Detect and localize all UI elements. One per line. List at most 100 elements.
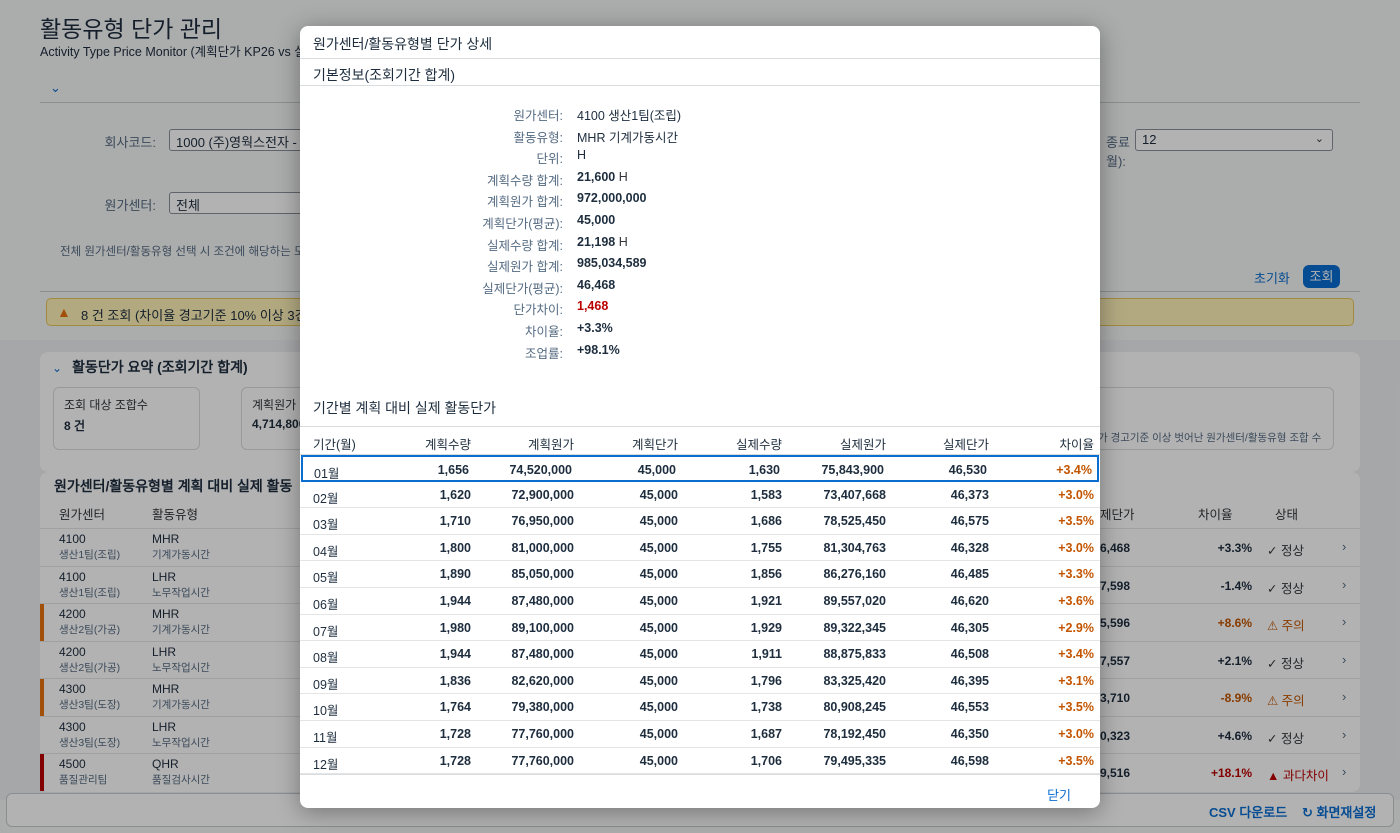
info-value-text: +3.3% <box>577 321 613 335</box>
info-row: 조업률: +98.1% <box>300 343 1100 363</box>
cell-period: 08월 <box>313 651 339 666</box>
dialog-title: 원가센터/활동유형별 단가 상세 <box>300 26 1100 59</box>
period-row[interactable]: 01월 1,656 74,520,000 45,000 1,630 75,843,900 4… <box>301 455 1099 482</box>
info-value-text: 985,034,589 <box>577 256 647 271</box>
cell-variance: +3.4% <box>1056 463 1092 477</box>
grid-header-plan-cost: 계획원가 <box>527 438 574 452</box>
info-row: 실제원가 합계: 985,034,589 <box>300 256 1100 276</box>
cell-plan-price: 45,000 <box>639 487 678 502</box>
info-value: 21,600 H <box>577 170 628 184</box>
cell-actual-cost: 75,843,900 <box>821 463 884 477</box>
grid-header-actual-qty: 실제수량 <box>735 438 782 452</box>
cell-period: 07월 <box>313 624 339 639</box>
cell-period: 06월 <box>313 598 339 612</box>
close-button[interactable]: 닫기 <box>1047 785 1071 804</box>
info-label: 실제수량 합계: <box>487 238 563 253</box>
cell-actual-qty: 1,738 <box>750 700 782 715</box>
info-value-text: 21,198 <box>577 234 616 249</box>
cell-actual-price: 46,508 <box>950 647 989 662</box>
cell-plan-qty: 1,800 <box>439 540 471 555</box>
cell-actual-qty: 1,686 <box>750 514 782 529</box>
period-row[interactable]: 10월 1,764 79,380,000 45,000 1,738 80,908,245 4… <box>300 694 1100 721</box>
cell-actual-cost: 89,557,020 <box>823 594 886 608</box>
info-value-text: 1,468 <box>577 299 609 314</box>
cell-actual-price: 46,553 <box>950 700 989 715</box>
period-section-title: 기간별 계획 대비 실제 활동단가 <box>313 400 496 416</box>
cell-actual-qty: 1,856 <box>750 567 782 582</box>
period-row[interactable]: 05월 1,890 85,050,000 45,000 1,856 86,276,160 4… <box>300 561 1100 588</box>
info-label: 계획원가 합계: <box>487 195 563 210</box>
info-row: 계획수량 합계: 21,600 H <box>300 170 1100 190</box>
cell-plan-qty: 1,620 <box>439 487 471 502</box>
info-row: 실제단가(평균): 46,468 <box>300 278 1100 298</box>
cell-plan-cost: 77,760,000 <box>511 753 574 768</box>
grid-header-actual-price: 실제단가 <box>942 438 989 452</box>
period-row[interactable]: 12월 1,728 77,760,000 45,000 1,706 79,495,335 4… <box>300 748 1100 775</box>
cell-plan-cost: 79,380,000 <box>511 700 574 715</box>
period-row[interactable]: 07월 1,980 89,100,000 45,000 1,929 89,322,345 4… <box>300 615 1100 642</box>
cell-period: 01월 <box>314 467 340 481</box>
cell-plan-cost: 87,480,000 <box>511 647 574 662</box>
period-row[interactable]: 04월 1,800 81,000,000 45,000 1,755 81,304,763 4… <box>300 535 1100 562</box>
info-unit: H <box>618 234 628 249</box>
info-value-text: 46,468 <box>577 277 616 292</box>
cell-plan-cost: 77,760,000 <box>511 727 574 741</box>
info-label: 활동유형: <box>513 130 563 145</box>
cell-actual-price: 46,328 <box>950 540 989 555</box>
period-row[interactable]: 02월 1,620 72,900,000 45,000 1,583 73,407,668 4… <box>300 482 1100 509</box>
period-row[interactable]: 08월 1,944 87,480,000 45,000 1,911 88,875,833 4… <box>300 641 1100 668</box>
period-row[interactable]: 09월 1,836 82,620,000 45,000 1,796 83,325,420 4… <box>300 668 1100 695</box>
info-value-text: 21,600 <box>577 169 616 184</box>
cell-plan-cost: 82,620,000 <box>511 673 574 688</box>
cell-variance: +3.1% <box>1058 673 1094 688</box>
info-label: 원가센터: <box>513 109 563 123</box>
period-row[interactable]: 03월 1,710 76,950,000 45,000 1,686 78,525,450 4… <box>300 508 1100 535</box>
cell-actual-price: 46,598 <box>950 753 989 768</box>
cell-actual-price: 46,373 <box>950 487 989 502</box>
info-value: 985,034,589 <box>577 256 647 270</box>
period-row[interactable]: 06월 1,944 87,480,000 45,000 1,921 89,557,020 4… <box>300 588 1100 615</box>
info-value-text: H <box>577 148 587 163</box>
cell-variance: +2.9% <box>1058 620 1094 635</box>
cell-period: 05월 <box>313 571 339 586</box>
cell-actual-qty: 1,583 <box>750 487 782 502</box>
cell-period: 12월 <box>313 757 339 772</box>
info-label: 계획단가(평균): <box>482 217 563 231</box>
cell-plan-qty: 1,980 <box>439 620 471 635</box>
info-row: 실제수량 합계: 21,198 H <box>300 235 1100 255</box>
cell-variance: +3.0% <box>1058 727 1094 741</box>
cell-plan-cost: 81,000,000 <box>511 540 574 555</box>
cell-plan-price: 45,000 <box>639 594 678 608</box>
basic-info-header: 기본정보(조회기간 합계) <box>300 59 1100 86</box>
cell-actual-cost: 86,276,160 <box>823 567 886 582</box>
cell-actual-qty: 1,755 <box>750 540 782 555</box>
cell-actual-price: 46,395 <box>950 673 989 688</box>
cell-plan-cost: 85,050,000 <box>511 567 574 582</box>
cell-plan-cost: 89,100,000 <box>511 620 574 635</box>
info-value-text: 972,000,000 <box>577 191 647 206</box>
info-label: 조업률: <box>525 346 563 361</box>
info-row: 차이율: +3.3% <box>300 321 1100 341</box>
cell-actual-cost: 79,495,335 <box>823 753 886 768</box>
period-row[interactable]: 11월 1,728 77,760,000 45,000 1,687 78,192,450 4… <box>300 721 1100 748</box>
cell-variance: +3.6% <box>1058 594 1094 608</box>
info-value: 45,000 <box>577 213 615 227</box>
cell-actual-price: 46,620 <box>950 594 989 608</box>
info-label: 단가차이: <box>513 303 563 318</box>
cell-actual-cost: 73,407,668 <box>823 487 886 502</box>
cell-plan-cost: 72,900,000 <box>511 487 574 502</box>
price-detail-dialog: 원가센터/활동유형별 단가 상세 기본정보(조회기간 합계) 원가센터: 4100… <box>300 26 1100 808</box>
cell-variance: +3.3% <box>1058 567 1094 582</box>
info-value: 1,468 <box>577 299 608 313</box>
cell-variance: +3.4% <box>1058 647 1094 662</box>
cell-plan-price: 45,000 <box>639 514 678 529</box>
info-value: +3.3% <box>577 321 613 335</box>
cell-actual-qty: 1,706 <box>750 753 782 768</box>
grid-header-actual-cost: 실제원가 <box>839 438 886 452</box>
cell-actual-price: 46,485 <box>950 567 989 582</box>
cell-actual-cost: 80,908,245 <box>823 700 886 715</box>
info-row: 단위: H <box>300 148 1100 168</box>
cell-actual-qty: 1,687 <box>750 727 782 741</box>
cell-plan-price: 45,000 <box>639 673 678 688</box>
info-value-text: +98.1% <box>577 342 620 357</box>
